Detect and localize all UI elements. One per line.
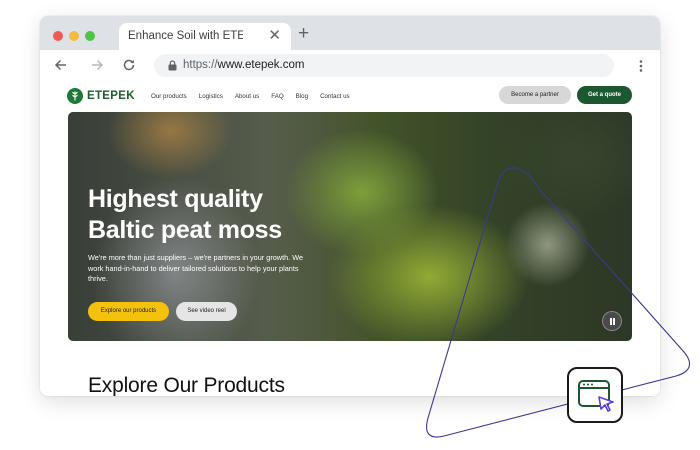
nav-item-logistics[interactable]: Logistics [199, 93, 223, 100]
nav-item-contact-us[interactable]: Contact us [320, 93, 350, 100]
get-quote-button[interactable]: Get a quote [577, 86, 632, 104]
close-tab-icon[interactable]: ✕ [268, 27, 281, 45]
main-nav: Our products Logistics About us FAQ Blog… [151, 93, 362, 100]
forward-arrow-icon[interactable] [90, 58, 104, 72]
browser-window: Enhance Soil with ETEPEK ✕ + https://www… [40, 16, 660, 396]
url-bar[interactable]: https://www.etepek.com [154, 54, 614, 77]
hero-title-line-1: Highest quality [88, 185, 263, 213]
hero-description: We're more than just suppliers – we're p… [88, 253, 304, 284]
leaf-logo-icon [67, 88, 83, 104]
logo-text: ETEPEK [87, 90, 135, 102]
minimize-window-button[interactable] [69, 31, 79, 41]
explore-products-button[interactable]: Explore our products [88, 302, 169, 321]
nav-item-our-products[interactable]: Our products [151, 93, 187, 100]
maximize-window-button[interactable] [85, 31, 95, 41]
nav-item-about-us[interactable]: About us [235, 93, 259, 100]
lock-icon [168, 60, 177, 71]
tab-bar: Enhance Soil with ETEPEK ✕ + [40, 16, 660, 50]
become-partner-button[interactable]: Become a partner [499, 86, 571, 104]
browser-cursor-icon [578, 380, 614, 412]
reload-icon[interactable] [122, 58, 136, 72]
menu-kebab-icon[interactable] [639, 60, 643, 72]
tab-title: Enhance Soil with ETEPEK [128, 30, 243, 42]
browser-cursor-badge [567, 367, 623, 423]
close-window-button[interactable] [53, 31, 63, 41]
hero-title: Highest quality Baltic peat moss [88, 184, 282, 246]
new-tab-icon[interactable]: + [298, 23, 309, 45]
url-text: https://www.etepek.com [183, 59, 305, 71]
website-content: ETEPEK Our products Logistics About us F… [40, 81, 660, 396]
products-heading: Explore Our Products [88, 374, 285, 396]
back-arrow-icon[interactable] [54, 58, 68, 72]
nav-item-faq[interactable]: FAQ [271, 93, 283, 100]
site-logo[interactable]: ETEPEK [67, 88, 135, 104]
nav-item-blog[interactable]: Blog [296, 93, 308, 100]
browser-tab[interactable]: Enhance Soil with ETEPEK ✕ [119, 23, 291, 50]
hero-title-line-2: Baltic peat moss [88, 216, 282, 244]
hero-banner: Highest quality Baltic peat moss We're m… [68, 112, 632, 341]
pause-icon[interactable] [602, 311, 622, 331]
see-video-reel-button[interactable]: See video reel [176, 302, 237, 321]
address-bar: https://www.etepek.com [40, 50, 660, 82]
